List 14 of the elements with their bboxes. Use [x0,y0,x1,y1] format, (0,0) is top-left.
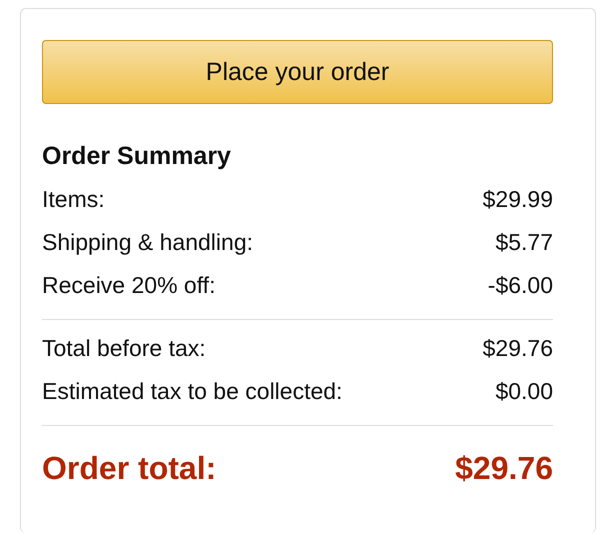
place-order-button[interactable]: Place your order [42,40,553,104]
row-amount: $29.99 [482,185,553,214]
total-amount: $29.76 [455,450,553,487]
row-amount: $29.76 [482,334,553,363]
row-amount: $0.00 [495,377,553,406]
row-label: Estimated tax to be collected: [42,377,342,406]
summary-title: Order Summary [42,142,232,171]
total-label: Order total: [42,450,216,487]
row-label: Total before tax: [42,334,206,363]
row-amount: $5.77 [495,228,553,257]
row-label: Items: [42,185,105,214]
row-amount: -$6.00 [488,271,553,300]
row-label: Shipping & handling: [42,228,253,257]
row-label: Receive 20% off: [42,271,216,300]
